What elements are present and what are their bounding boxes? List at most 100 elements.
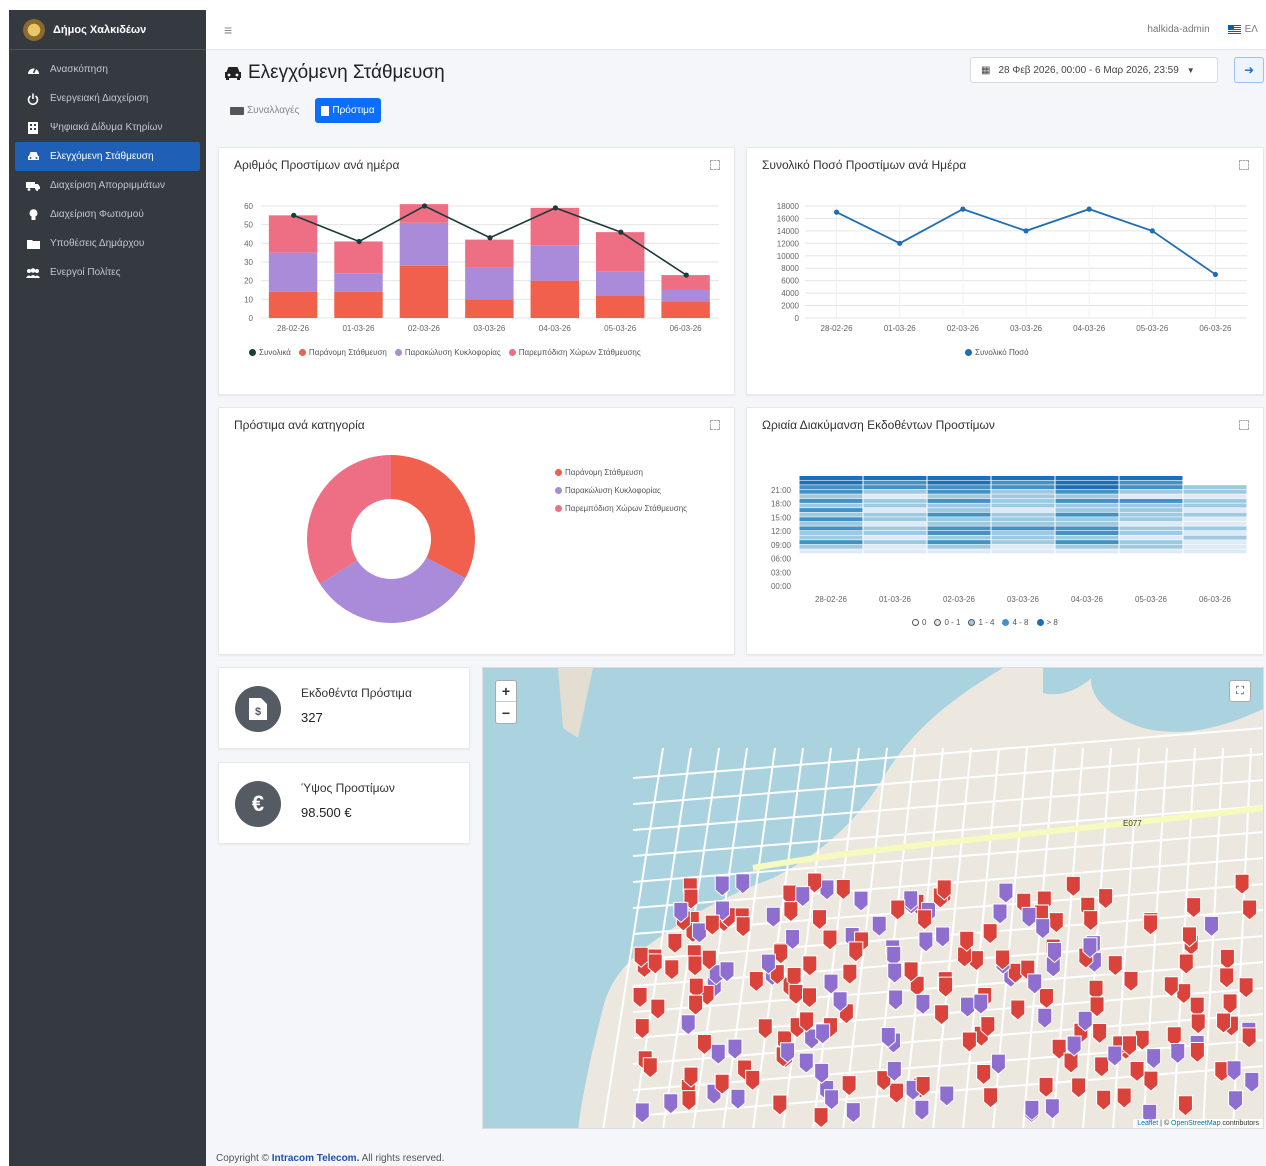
bar-segment — [334, 273, 383, 292]
heatmap-cell — [799, 498, 863, 503]
brand[interactable]: Δήμος Χαλκιδέων — [9, 10, 206, 50]
svg-text:$: $ — [255, 706, 261, 718]
heatmap-cell — [1119, 549, 1183, 554]
bar-segment — [465, 239, 514, 268]
car-icon — [225, 67, 241, 80]
map-attribution: Leaflet | © OpenStreetMap contributors — [1133, 1119, 1263, 1128]
legend-dot — [555, 487, 562, 495]
legend-dot — [1002, 619, 1010, 627]
heatmap-cell — [863, 531, 927, 535]
heatmap-cell — [991, 544, 1055, 549]
view-tabs: Συναλλαγές Πρόστιμα — [224, 98, 381, 123]
heatmap-cell — [1183, 572, 1247, 577]
sidebar-item-digital-twins[interactable]: Ψηφιακά Δίδυμα Κτηρίων — [9, 113, 206, 142]
heatmap-cell — [927, 531, 991, 535]
heatmap-cell — [863, 544, 927, 549]
legend-item[interactable]: Παράνομη Στάθμευση — [555, 468, 643, 477]
language-selector[interactable]: ΕΛ — [1227, 24, 1258, 35]
legend-label: Παρακώλυση Κυκλοφορίας — [404, 348, 501, 357]
heatmap-cell — [927, 503, 991, 508]
heatmap-cell — [927, 521, 991, 526]
zoom-in-button[interactable]: + — [496, 681, 516, 702]
heatmap-cell — [1055, 503, 1119, 508]
legend-item[interactable]: Παρεμπόδιση Χώρων Στάθμευσης — [555, 504, 687, 513]
refresh-button[interactable]: ➜ — [1234, 57, 1264, 83]
heatmap-cell — [927, 489, 991, 494]
legend-dot — [249, 349, 256, 357]
y-tick-label: 21:00 — [771, 486, 792, 495]
map-tiles[interactable]: E077 — [483, 668, 1264, 1129]
legend-item[interactable]: 1 - 4 — [968, 618, 994, 627]
heatmap-cell — [991, 521, 1055, 526]
heatmap-cell — [1119, 581, 1183, 586]
heatmap-cell — [863, 549, 927, 554]
stat-label: Εκδοθέντα Πρόστιμα — [301, 686, 412, 700]
heatmap-cell — [799, 581, 863, 586]
date-range-picker[interactable]: ▦ 28 Φεβ 2026, 00:00 - 6 Μαρ 2026, 23:59… — [970, 57, 1218, 83]
amount-per-day-chart: 0 2000 4000 6000 8000 10000 12000 14000 16000 180… — [777, 202, 1247, 333]
legend-item[interactable]: Παράνομη Στάθμευση — [298, 348, 387, 357]
y-tick-label: 40 — [244, 239, 253, 248]
heatmap-cell — [927, 535, 991, 540]
sidebar-item-lighting[interactable]: Διαχείριση Φωτισμού — [9, 200, 206, 229]
sidebar-item-active-citizens[interactable]: Ενεργοί Πολίτες — [9, 258, 206, 287]
legend-item[interactable]: Συνολικό Ποσό — [965, 348, 1029, 357]
y-tick-label: 09:00 — [771, 541, 792, 550]
sidebar-item-mayor-cases[interactable]: Υποθέσεις Δημάρχου — [9, 229, 206, 258]
y-tick-label: 8000 — [781, 264, 799, 273]
leaflet-link[interactable]: Leaflet — [1137, 1120, 1158, 1127]
user-menu[interactable]: halkida-admin — [1147, 24, 1209, 35]
heatmap-cell — [991, 498, 1055, 503]
page-header: Ελεγχόμενη Στάθμευση ▦ 28 Φεβ 2026, 00:0… — [224, 57, 1264, 89]
amount-point — [1212, 271, 1219, 278]
heatmap-cell — [1119, 480, 1183, 485]
money-bill-icon — [230, 106, 244, 115]
legend-item[interactable]: 0 — [912, 618, 926, 627]
heatmap-cell — [799, 485, 863, 490]
lightbulb-icon — [26, 208, 40, 221]
legend-item[interactable]: Παρεμπόδιση Χώρων Στάθμευσης — [508, 348, 641, 357]
zoom-out-button[interactable]: − — [496, 702, 516, 723]
map-fullscreen-icon[interactable]: ⛶ — [1229, 680, 1251, 702]
heatmap-cell — [799, 480, 863, 485]
page-title: Ελεγχόμενη Στάθμευση — [224, 62, 445, 84]
x-tick-label: 01-03-26 — [342, 324, 375, 333]
menu-toggle-icon[interactable]: ≡ — [224, 22, 232, 38]
osm-link[interactable]: OpenStreetMap — [1171, 1120, 1220, 1127]
sidebar-item-waste[interactable]: Διαχείριση Απορριμμάτων — [9, 171, 206, 200]
heatmap-cell — [927, 540, 991, 545]
heatmap-cell — [1183, 489, 1247, 494]
tab-fines[interactable]: Πρόστιμα — [315, 98, 381, 123]
total-point — [421, 203, 428, 209]
sidebar-item-parking[interactable]: Ελεγχόμενη Στάθμευση — [15, 142, 200, 171]
heatmap-cell — [863, 521, 927, 526]
heatmap-cell — [863, 526, 927, 531]
legend-item[interactable]: 4 - 8 — [1002, 618, 1029, 627]
tab-transactions[interactable]: Συναλλαγές — [224, 98, 305, 123]
tachometer-icon — [26, 64, 40, 76]
amount-point — [1086, 206, 1092, 212]
heatmap-cell — [863, 563, 927, 568]
heatmap-cell — [863, 581, 927, 586]
sidebar-item-overview[interactable]: Ανασκόπηση — [9, 55, 206, 84]
x-tick-label: 02-03-26 — [408, 324, 441, 333]
x-tick-label: 05-03-26 — [1136, 324, 1169, 333]
footer-prefix: Copyright © — [216, 1153, 269, 1164]
footer-company-link[interactable]: Intracom Telecom. — [272, 1153, 360, 1164]
y-tick-label: 50 — [244, 221, 253, 230]
legend-item[interactable]: 0 - 1 — [934, 618, 960, 627]
sidebar: Δήμος Χαλκιδέων Ανασκόπηση Ενεργειακή Δι… — [9, 10, 206, 1166]
legend-item[interactable]: Συνολικά — [249, 348, 291, 357]
legend-item[interactable]: Παρακώλυση Κυκλοφορίας — [394, 348, 501, 357]
stat-value: 98.500 € — [301, 805, 352, 820]
legend-item[interactable]: > 8 — [1036, 618, 1058, 627]
heatmap-cell — [1183, 553, 1247, 558]
heatmap-cell — [799, 494, 863, 499]
issued-fines-stat: $ Εκδοθέντα Πρόστιμα 327 — [218, 667, 470, 749]
sidebar-item-energy[interactable]: Ενεργειακή Διαχείριση — [9, 84, 206, 113]
chart-legend: Συνολικό Ποσό — [965, 348, 1029, 357]
fines-map[interactable]: E077 + − ⛶ Leaflet | © OpenStreetMap con… — [482, 667, 1264, 1129]
heatmap-cell — [991, 567, 1055, 572]
heatmap-cell — [863, 553, 927, 558]
legend-item[interactable]: Παρακώλυση Κυκλοφορίας — [555, 486, 661, 495]
